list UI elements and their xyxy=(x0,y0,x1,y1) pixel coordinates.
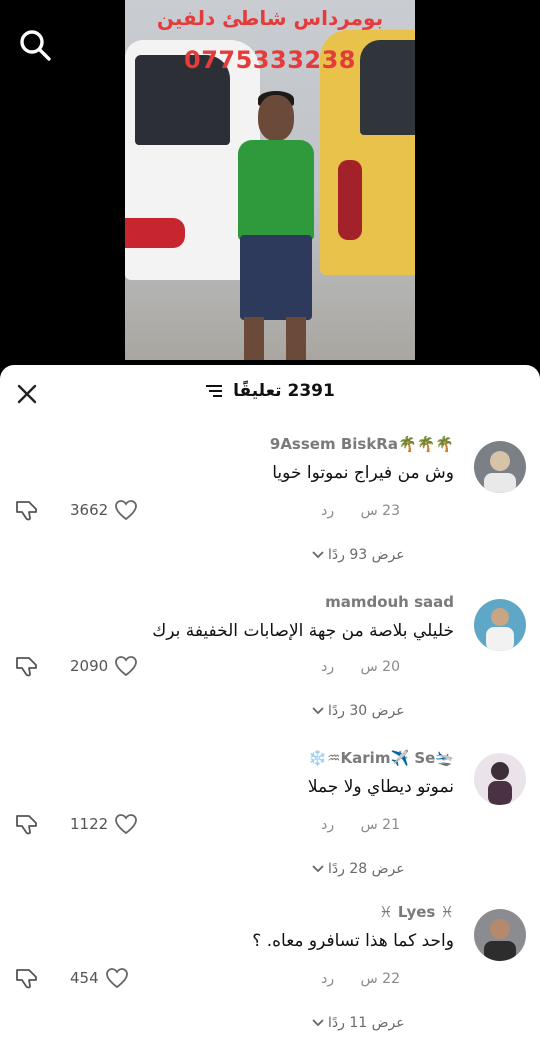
chevron-down-icon xyxy=(312,865,324,873)
comment-count-label: 2391 تعليقًا xyxy=(233,381,335,401)
comment-item: ❄️♒Karim✈️ Se🛬 نموتو ديطاي ولا جملا 21 س… xyxy=(0,749,540,889)
like-count: 2090 xyxy=(70,657,109,675)
dislike-icon[interactable] xyxy=(14,497,40,523)
dislike-icon[interactable] xyxy=(14,653,40,679)
person xyxy=(230,91,320,360)
like-button[interactable]: 1122 xyxy=(70,813,138,835)
comment-author[interactable]: ♓ Lyes ♓ xyxy=(379,903,454,921)
comment-text: نموتو ديطاي ولا جملا xyxy=(307,777,454,797)
video-frame[interactable]: بومرداس شاطئ دلفين 0775333238 xyxy=(125,0,415,360)
avatar[interactable] xyxy=(474,441,526,493)
view-replies-label: عرض 30 ردًا xyxy=(328,703,405,719)
view-replies-label: عرض 93 ردًا xyxy=(328,547,405,563)
comment-time: 22 س xyxy=(360,971,400,987)
comment-meta: 23 س رد xyxy=(321,503,400,519)
chevron-down-icon xyxy=(312,707,324,715)
like-count: 454 xyxy=(70,969,99,987)
video-background: بومرداس شاطئ دلفين 0775333238 xyxy=(0,0,540,380)
comment-time: 23 س xyxy=(360,503,400,519)
view-replies-label: عرض 11 ردًا xyxy=(328,1015,405,1031)
chevron-down-icon xyxy=(312,551,324,559)
comment-text: خليلي بلاصة من جهة الإصابات الخفيفة برك xyxy=(152,621,454,641)
reply-button[interactable]: رد xyxy=(321,971,334,987)
comment-time: 21 س xyxy=(360,817,400,833)
avatar[interactable] xyxy=(474,753,526,805)
comment-item: 9Assem BiskRa🌴🌴🌴 وش من فيراج نموتوا خويا… xyxy=(0,435,540,575)
heart-icon xyxy=(115,656,138,677)
video-overlay-title: بومرداس شاطئ دلفين xyxy=(156,6,384,30)
reply-button[interactable]: رد xyxy=(321,659,334,675)
like-button[interactable]: 454 xyxy=(70,967,129,989)
like-button[interactable]: 2090 xyxy=(70,655,138,677)
reply-button[interactable]: رد xyxy=(321,503,334,519)
comment-author[interactable]: ❄️♒Karim✈️ Se🛬 xyxy=(308,749,454,767)
like-count: 1122 xyxy=(70,815,109,833)
comment-text: واحد كما هذا تسافرو معاه. ؟ xyxy=(252,931,454,951)
heart-icon xyxy=(115,814,138,835)
sheet-header: 2391 تعليقًا xyxy=(0,365,540,421)
dislike-icon[interactable] xyxy=(14,811,40,837)
comment-meta: 21 س رد xyxy=(321,817,400,833)
comment-item: mamdouh saad خليلي بلاصة من جهة الإصابات… xyxy=(0,593,540,733)
view-replies[interactable]: عرض 30 ردًا xyxy=(312,703,405,719)
avatar[interactable] xyxy=(474,909,526,961)
comments-sheet: 2391 تعليقًا 9Assem BiskRa🌴🌴🌴 وش من فيرا… xyxy=(0,365,540,1048)
heart-icon xyxy=(105,968,128,989)
dislike-icon[interactable] xyxy=(14,965,40,991)
reply-button[interactable]: رد xyxy=(321,817,334,833)
search-icon[interactable] xyxy=(18,28,52,62)
comment-meta: 22 س رد xyxy=(321,971,400,987)
heart-icon xyxy=(115,500,138,521)
comment-time: 20 س xyxy=(360,659,400,675)
comment-text: وش من فيراج نموتوا خويا xyxy=(272,463,454,483)
comment-count: 2391 تعليقًا xyxy=(0,381,540,401)
chevron-down-icon xyxy=(312,1019,324,1027)
like-count: 3662 xyxy=(70,501,109,519)
sort-icon[interactable] xyxy=(205,384,223,398)
view-replies[interactable]: عرض 28 ردًا xyxy=(312,861,405,877)
view-replies[interactable]: عرض 11 ردًا xyxy=(312,1015,405,1031)
comment-item: ♓ Lyes ♓ واحد كما هذا تسافرو معاه. ؟ 22 … xyxy=(0,903,540,1043)
view-replies-label: عرض 28 ردًا xyxy=(328,861,405,877)
avatar[interactable] xyxy=(474,599,526,651)
view-replies[interactable]: عرض 93 ردًا xyxy=(312,547,405,563)
comment-author[interactable]: 9Assem BiskRa🌴🌴🌴 xyxy=(270,435,454,453)
comment-meta: 20 س رد xyxy=(321,659,400,675)
comment-author[interactable]: mamdouh saad xyxy=(325,593,454,611)
like-button[interactable]: 3662 xyxy=(70,499,138,521)
video-overlay-phone: 0775333238 xyxy=(184,46,356,74)
